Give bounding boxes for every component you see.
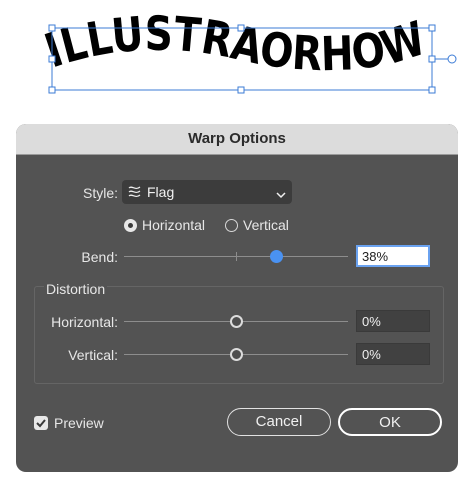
vertical-radio[interactable] <box>225 219 238 232</box>
flag-warp-icon <box>127 184 143 205</box>
vertical-distortion-thumb[interactable] <box>230 348 243 361</box>
bend-slider-center-tick <box>236 252 237 261</box>
vertical-distortion-label: Vertical: <box>68 347 118 363</box>
preview-label[interactable]: Preview <box>54 415 104 431</box>
checkmark-icon <box>36 419 46 428</box>
horizontal-radio[interactable] <box>124 219 137 232</box>
warped-text-object[interactable]: ILLUSTRAORHOW <box>38 7 432 83</box>
warped-text: ILLUSTRAORHOW <box>38 7 432 83</box>
artboard: ILLUSTRAORHOW <box>38 7 457 94</box>
bend-value-field[interactable]: 38% <box>356 245 430 267</box>
chevron-down-icon <box>276 187 286 205</box>
svg-text:ILLUSTRAORHOW: ILLUSTRAORHOW <box>38 7 432 83</box>
style-label: Style: <box>82 185 118 201</box>
horizontal-distortion-thumb[interactable] <box>230 315 243 328</box>
horizontal-distortion-field[interactable]: 0% <box>356 310 430 332</box>
preview-checkbox[interactable] <box>34 416 48 430</box>
bend-label: Bend: <box>81 249 118 265</box>
cancel-button[interactable]: Cancel <box>227 408 331 436</box>
distortion-group <box>34 286 444 384</box>
horizontal-radio-label[interactable]: Horizontal <box>142 217 205 233</box>
style-value: Flag <box>147 184 175 200</box>
distortion-group-label: Distortion <box>44 281 108 297</box>
bend-slider-thumb[interactable] <box>270 250 283 263</box>
rotate-handle[interactable] <box>447 54 457 64</box>
horizontal-distortion-label: Horizontal: <box>51 314 118 330</box>
ok-button[interactable]: OK <box>338 408 442 436</box>
warp-options-dialog: Warp Options Style: Flag Horizontal Vert… <box>16 124 458 472</box>
vertical-distortion-field[interactable]: 0% <box>356 343 430 365</box>
style-dropdown[interactable]: Flag <box>122 180 292 204</box>
dialog-title: Warp Options <box>16 124 458 155</box>
vertical-radio-label[interactable]: Vertical <box>243 217 289 233</box>
